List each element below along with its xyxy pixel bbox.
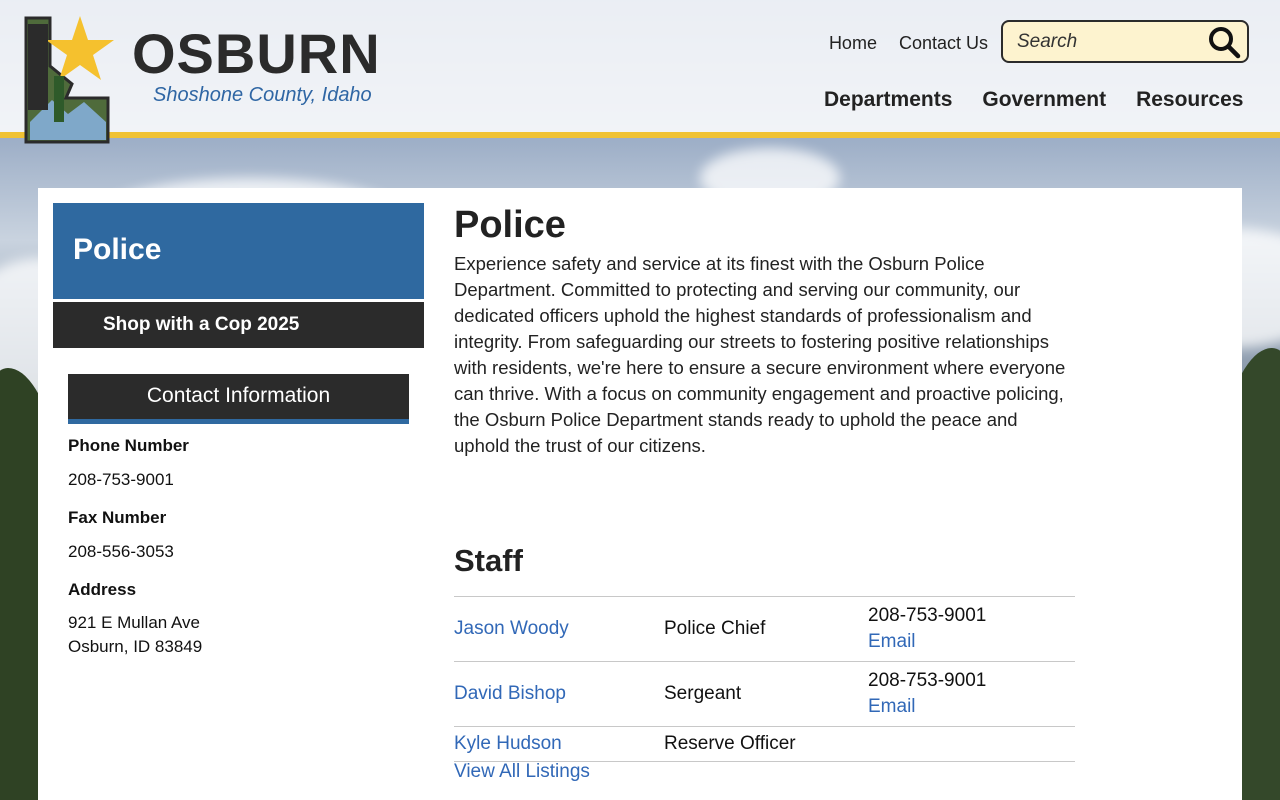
- main-nav: Departments Government Resources: [824, 88, 1243, 112]
- sidebar-title: Police: [53, 203, 424, 299]
- search-button[interactable]: [1207, 25, 1241, 59]
- staff-name-link[interactable]: David Bishop: [454, 683, 566, 704]
- sidebar-link-shop-with-a-cop[interactable]: Shop with a Cop 2025: [53, 302, 424, 348]
- staff-title: Sergeant: [664, 683, 742, 704]
- staff-heading: Staff: [454, 543, 523, 578]
- address-line-1: 921 E Mullan Ave: [68, 613, 200, 632]
- table-row: Kyle Hudson Reserve Officer: [454, 726, 1075, 762]
- city-logo[interactable]: [22, 14, 126, 146]
- staff-email-link[interactable]: Email: [868, 631, 916, 652]
- staff-name-link[interactable]: Kyle Hudson: [454, 733, 562, 754]
- search-box: [1001, 20, 1249, 63]
- phone-value: 208-753-9001: [68, 470, 174, 489]
- search-input[interactable]: [1017, 31, 1197, 53]
- nav-contact-us-link[interactable]: Contact Us: [899, 33, 988, 54]
- nav-home-link[interactable]: Home: [829, 33, 877, 54]
- utility-nav: Home Contact Us: [829, 33, 988, 54]
- staff-title: Reserve Officer: [664, 733, 796, 754]
- content-panel: Police Shop with a Cop 2025 Contact Info…: [38, 188, 1242, 800]
- address-line-2: Osburn, ID 83849: [68, 637, 203, 656]
- intro-paragraph: Experience safety and service at its fin…: [454, 253, 1066, 456]
- search-icon: [1209, 27, 1241, 59]
- staff-email-link[interactable]: Email: [868, 696, 916, 717]
- site-subtitle: Shoshone County, Idaho: [153, 84, 372, 106]
- contact-info-heading: Contact Information: [68, 374, 409, 424]
- page-title: Police: [454, 204, 566, 246]
- nav-government[interactable]: Government: [982, 88, 1106, 112]
- view-all-listings-link[interactable]: View All Listings: [454, 761, 590, 783]
- staff-title: Police Chief: [664, 618, 766, 639]
- fax-label: Fax Number: [68, 508, 167, 527]
- table-row: David Bishop Sergeant 208-753-9001 Email: [454, 661, 1075, 727]
- staff-table: Jason Woody Police Chief 208-753-9001 Em…: [454, 596, 1075, 762]
- address-label: Address: [68, 580, 137, 599]
- staff-phone: 208-753-9001: [868, 605, 987, 626]
- nav-departments[interactable]: Departments: [824, 88, 952, 112]
- site-name: OSBURN: [132, 22, 381, 85]
- phone-label: Phone Number: [68, 436, 189, 455]
- staff-name-link[interactable]: Jason Woody: [454, 618, 569, 639]
- fax-value: 208-556-3053: [68, 542, 174, 561]
- nav-resources[interactable]: Resources: [1136, 88, 1243, 112]
- staff-phone: 208-753-9001: [868, 670, 987, 691]
- table-row: Jason Woody Police Chief 208-753-9001 Em…: [454, 596, 1075, 662]
- header-gold-rule: [0, 132, 1280, 138]
